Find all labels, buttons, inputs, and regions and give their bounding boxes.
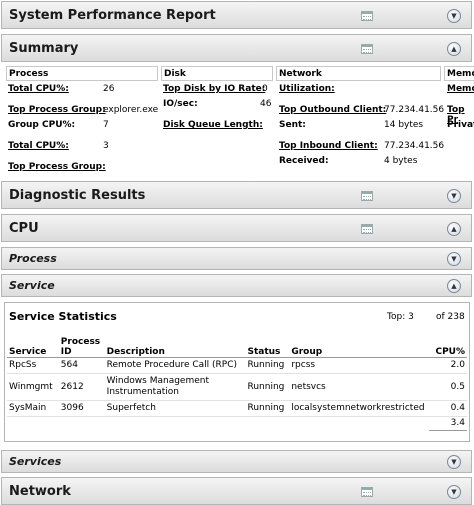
group-cell: netsvcs (289, 373, 430, 401)
top-outbound-link[interactable]: Top Outbound Client: (279, 105, 386, 115)
network-title: Network (9, 484, 71, 499)
total-cpu-link-2[interactable]: Total CPU%: (8, 141, 69, 151)
memory-private-label: Private (447, 120, 474, 130)
service-bar[interactable]: Service ▲ (1, 274, 472, 297)
utilization-link[interactable]: Utilization: (279, 84, 335, 94)
process-bar[interactable]: Process ▼ (1, 247, 472, 270)
top-disk-link[interactable]: Top Disk by IO Rate: (163, 84, 265, 94)
received-value: 4 bytes (384, 156, 418, 166)
expand-chevron-down-icon[interactable]: ▼ (447, 9, 461, 23)
service-title: Service (9, 279, 55, 292)
table-row[interactable]: SysMain 3096 Superfetch Running localsys… (7, 400, 467, 417)
group-cell: rpcss (289, 357, 430, 374)
pid-cell: 564 (58, 357, 105, 374)
diagnostic-results-bar[interactable]: Diagnostic Results ▼ (1, 181, 472, 209)
cpu-cell: 0.5 (429, 373, 467, 401)
cpu-bar[interactable]: CPU ▲ (1, 214, 472, 242)
description-cell: Superfetch (104, 400, 246, 417)
top-process-group-link[interactable]: Top Process Group: (8, 105, 106, 115)
summary-title: Summary (9, 41, 79, 56)
memory-link[interactable]: Memo (447, 84, 474, 94)
top-inbound-value: 77.234.41.56 (384, 141, 445, 151)
expand-chevron-down-icon[interactable]: ▼ (447, 485, 461, 499)
diagnostic-results-title: Diagnostic Results (9, 188, 146, 203)
top-process-group-value: explorer.exe (103, 105, 159, 115)
network-bar[interactable]: Network ▼ (1, 477, 472, 505)
sent-value: 14 bytes (384, 120, 424, 130)
expand-chevron-down-icon[interactable]: ▼ (447, 189, 461, 203)
group-cpu-label: Group CPU%: (8, 120, 76, 130)
status-cell: Running (245, 357, 290, 374)
cpu-cell: 2.0 (429, 357, 467, 374)
top-process-group-link-2[interactable]: Top Process Group: (8, 162, 106, 172)
status-cell: Running (245, 400, 290, 417)
pid-cell: 2612 (58, 373, 105, 401)
group-cpu-value: 7 (103, 120, 109, 130)
group-cell: localsystemnetworkrestricted (289, 400, 430, 417)
calendar-report-icon[interactable] (361, 44, 373, 54)
cpu-title: CPU (9, 221, 39, 236)
collapse-chevron-up-icon[interactable]: ▲ (447, 222, 461, 236)
total-cpu-value: 26 (103, 84, 115, 94)
total-count-label: of 238 (436, 312, 465, 322)
top-count-label: Top: 3 (387, 312, 414, 322)
top-disk-value: 0 (262, 84, 268, 94)
network-header: Network (279, 69, 322, 79)
top-inbound-link[interactable]: Top Inbound Client: (279, 141, 378, 151)
col-description-header[interactable]: Description (104, 334, 246, 358)
cpu-cell: 0.4 (429, 400, 467, 417)
status-cell: Running (245, 373, 290, 401)
collapse-chevron-up-icon[interactable]: ▲ (447, 42, 461, 56)
service-cell: Winmgmt (7, 373, 59, 401)
io-sec-value: 46 (260, 99, 272, 109)
expand-chevron-down-icon[interactable]: ▼ (447, 455, 461, 469)
summary-bar[interactable]: Summary ▲ (1, 34, 472, 62)
report-title: System Performance Report (9, 8, 216, 23)
table-row[interactable]: RpcSs 564 Remote Procedure Call (RPC) Ru… (7, 357, 467, 374)
service-statistics-title: Service Statistics (9, 310, 117, 323)
calendar-report-icon[interactable] (361, 487, 373, 497)
description-cell: Windows Management Instrumentation (104, 373, 246, 401)
calendar-report-icon[interactable] (361, 11, 373, 21)
table-row[interactable]: Winmgmt 2612 Windows Management Instrume… (7, 373, 467, 401)
expand-chevron-down-icon[interactable]: ▼ (447, 252, 461, 266)
table-header-row: Service Process ID Description Status Gr… (7, 334, 467, 358)
pid-cell: 3096 (58, 400, 105, 417)
top-outbound-value: 77.234.41.56 (384, 105, 445, 115)
description-cell: Remote Procedure Call (RPC) (104, 357, 246, 374)
total-cpu-value-2: 3 (103, 141, 109, 151)
col-pid-header[interactable]: Process ID (58, 334, 105, 358)
services-title: Services (9, 455, 62, 468)
col-group-header[interactable]: Group (289, 334, 430, 358)
received-label: Received: (279, 156, 329, 166)
service-statistics-table: Service Process ID Description Status Gr… (7, 334, 467, 431)
service-cell: RpcSs (7, 357, 59, 374)
cpu-total-cell: 3.4 (429, 415, 467, 431)
total-cpu-link[interactable]: Total CPU%: (8, 84, 69, 94)
table-total-row: 3.4 (7, 415, 467, 431)
calendar-report-icon[interactable] (361, 224, 373, 234)
calendar-report-icon[interactable] (361, 191, 373, 201)
memory-header: Memo (447, 69, 474, 79)
collapse-chevron-up-icon[interactable]: ▲ (447, 279, 461, 293)
io-sec-label: IO/sec: (163, 99, 198, 109)
col-status-header[interactable]: Status (245, 334, 290, 358)
service-cell: SysMain (7, 400, 59, 417)
col-cpu-header[interactable]: CPU% (429, 334, 467, 358)
sent-label: Sent: (279, 120, 306, 130)
process-title: Process (9, 252, 57, 265)
services-bar[interactable]: Services ▼ (1, 450, 472, 473)
disk-header: Disk (164, 69, 186, 79)
report-title-bar[interactable]: System Performance Report ▼ (1, 1, 472, 29)
process-header: Process (9, 69, 49, 79)
disk-queue-link[interactable]: Disk Queue Length: (163, 120, 263, 130)
col-service-header[interactable]: Service (7, 334, 59, 358)
